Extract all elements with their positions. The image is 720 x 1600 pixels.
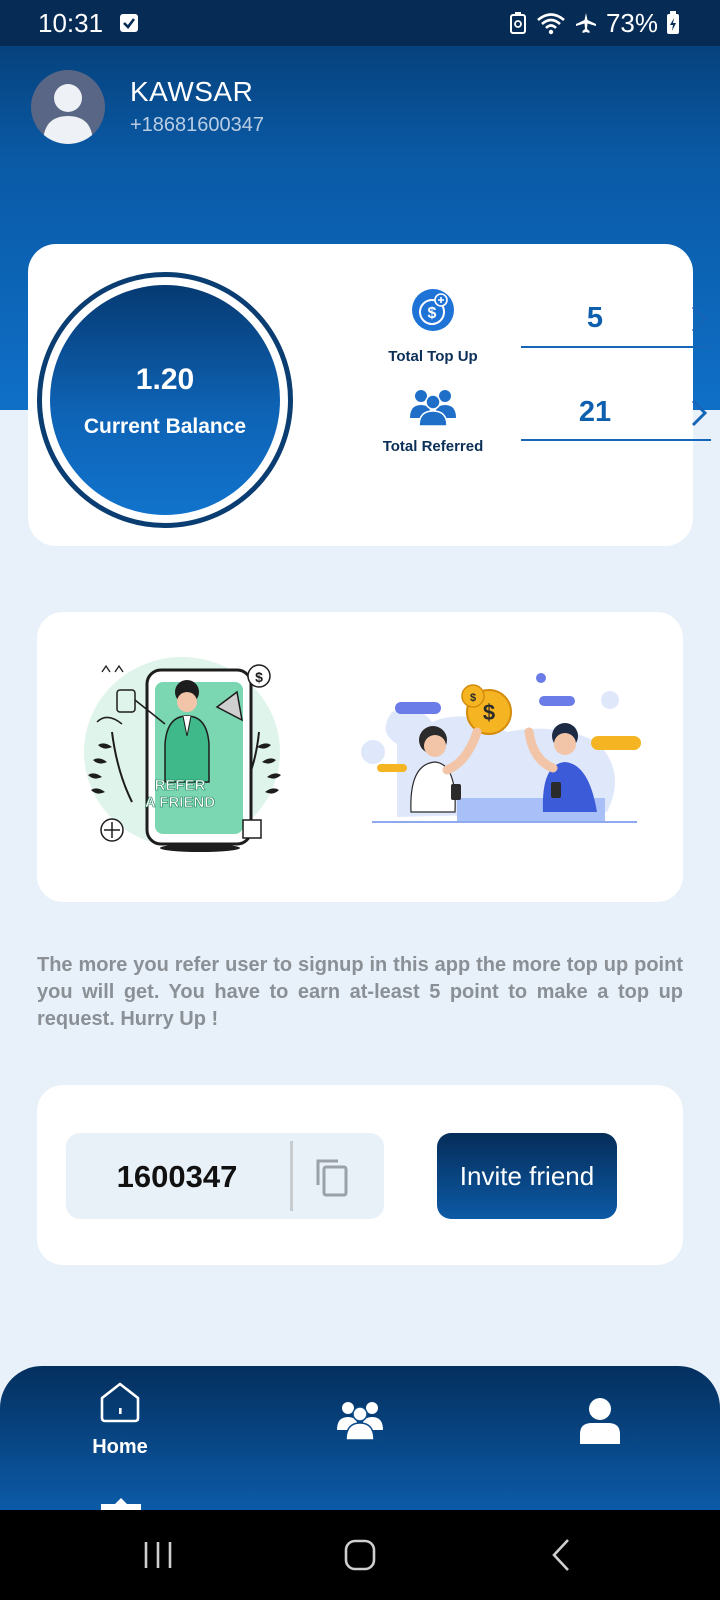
referral-code: 1600347 — [116, 1159, 238, 1194]
home-button-icon[interactable] — [330, 1532, 390, 1578]
referral-code-box: 1600347 — [66, 1133, 384, 1219]
airplane-icon — [574, 11, 598, 35]
back-icon[interactable] — [532, 1532, 592, 1578]
profile-name: KAWSAR — [130, 76, 254, 107]
active-tab-indicator — [101, 1498, 141, 1510]
balance-card: 1.20 Current Balance $ Total Top Up 5 To… — [28, 244, 711, 546]
total-referred-label: Total Referred — [382, 438, 484, 455]
nav-profile[interactable] — [520, 1366, 680, 1510]
profile-phone: +18681600347 — [130, 114, 265, 136]
bottom-navigation: Home — [0, 1366, 720, 1510]
invite-friend-button[interactable]: Invite friend — [437, 1133, 617, 1219]
system-navigation-bar — [0, 1510, 720, 1600]
total-referred-value: 21 — [578, 396, 612, 428]
nav-referrals[interactable] — [280, 1366, 440, 1510]
wifi-icon — [536, 11, 566, 35]
user-icon — [580, 1398, 620, 1444]
referral-info-text: The more you refer user to signup in thi… — [37, 954, 683, 1030]
refer-text-line2: A FRIEND — [145, 794, 215, 811]
illustration-card: REFER A FRIEND $ $ $ — [37, 612, 683, 902]
home-icon — [100, 1382, 140, 1423]
users-group-icon — [410, 390, 456, 427]
battery-percent: 73% — [605, 7, 658, 38]
total-top-up-divider — [521, 346, 711, 348]
svg-text:$: $ — [428, 305, 437, 322]
svg-text:$: $ — [470, 692, 476, 704]
recent-apps-icon[interactable] — [128, 1532, 188, 1578]
code-divider — [290, 1141, 293, 1211]
copy-icon[interactable] — [310, 1155, 354, 1199]
nav-home[interactable]: Home — [40, 1366, 200, 1510]
svg-text:$: $ — [255, 669, 263, 685]
balance-label: Current Balance — [83, 415, 247, 438]
invite-card: 1600347 Invite friend — [37, 1085, 683, 1265]
status-time: 10:31 — [38, 7, 104, 38]
chevron-right-icon[interactable] — [689, 304, 709, 339]
total-top-up-value: 5 — [586, 302, 604, 334]
avatar[interactable] — [31, 70, 105, 144]
total-referred-divider — [521, 439, 711, 441]
chevron-right-icon[interactable] — [689, 398, 709, 433]
nav-home-label: Home — [92, 1436, 148, 1458]
balance-circle: 1.20 Current Balance — [37, 272, 293, 528]
recycle-icon — [508, 11, 528, 35]
refer-a-friend-illustration: REFER A FRIEND $ $ $ — [84, 657, 641, 852]
dollar-coin-icon: $ — [412, 289, 454, 331]
refer-text-line1: REFER — [155, 777, 206, 794]
total-top-up-label: Total Top Up — [388, 348, 478, 365]
users-group-icon — [337, 1402, 383, 1441]
user-silhouette-icon — [43, 84, 93, 144]
checkbox-notification-icon — [119, 13, 139, 33]
battery-icon — [666, 11, 680, 35]
svg-text:$: $ — [483, 700, 495, 725]
status-bar: 10:31 73% — [0, 0, 720, 46]
balance-value: 1.20 — [135, 363, 195, 396]
